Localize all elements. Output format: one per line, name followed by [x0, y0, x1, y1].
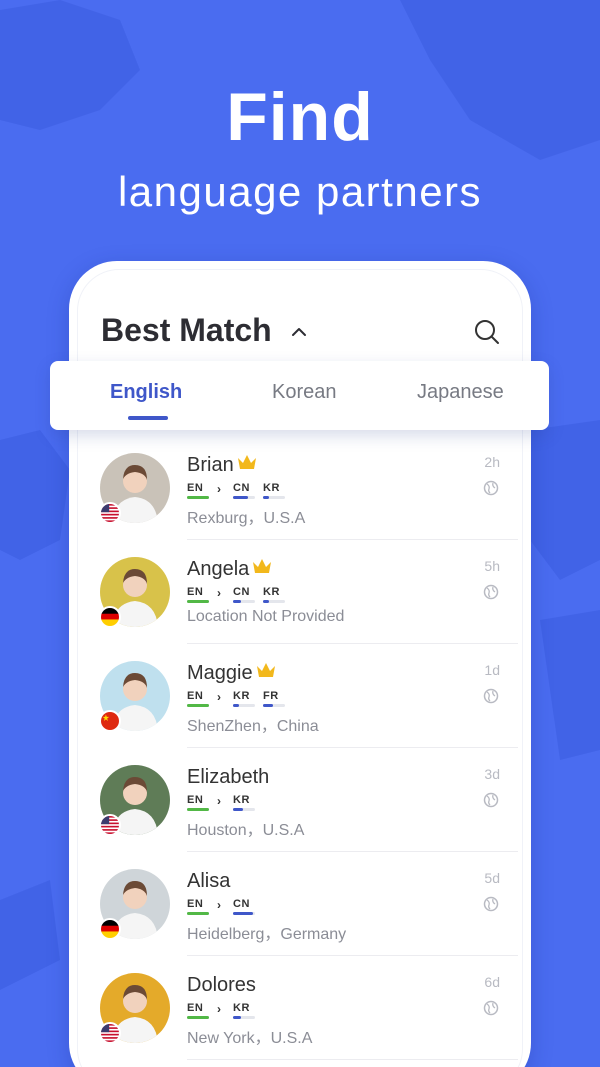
globe-icon: [483, 1000, 499, 1016]
arrow-icon: ›: [217, 794, 221, 808]
native-language-label: EN: [187, 1002, 204, 1014]
tab-english[interactable]: English: [110, 381, 182, 404]
chevron-up-icon[interactable]: [291, 324, 307, 340]
globe-icon: [483, 792, 499, 808]
crown-icon: [256, 663, 275, 677]
user-name[interactable]: Dolores: [187, 974, 256, 997]
user-name[interactable]: Alisa: [187, 870, 230, 893]
globe-icon: [483, 688, 499, 704]
user-location: New York，U.S.A: [187, 1030, 313, 1047]
learning-level-bar: [233, 912, 255, 915]
list-item[interactable]: Maggie EN › KR FR ShenZhen，China 1d: [69, 644, 531, 748]
last-active-time: 6d: [484, 974, 500, 990]
last-active-time: 5h: [484, 558, 500, 574]
learning-level-bar: [233, 704, 255, 707]
arrow-icon: ›: [217, 898, 221, 912]
learning-language-label: CN: [233, 586, 250, 598]
globe-icon: [483, 584, 499, 600]
active-tab-indicator: [128, 416, 168, 420]
learning-level-bar: [263, 600, 285, 603]
list-item[interactable]: Dolores EN › KR New York，U.S.A 6d: [69, 956, 531, 1060]
flag-de-icon: [99, 606, 121, 628]
user-name[interactable]: Elizabeth: [187, 766, 269, 789]
learning-level-bar: [233, 808, 255, 811]
last-active-time: 3d: [484, 766, 500, 782]
last-active-time: 2h: [484, 454, 500, 470]
native-language-label: EN: [187, 794, 204, 806]
learning-level-bar: [233, 1016, 255, 1019]
language-tabs: English Korean Japanese: [50, 361, 549, 430]
native-language-label: EN: [187, 690, 204, 702]
flag-us-icon: [99, 1022, 121, 1044]
native-level-bar: [187, 1016, 209, 1019]
learning-level-bar: [263, 496, 285, 499]
user-name-text: Brian: [187, 454, 234, 476]
user-name-text: Maggie: [187, 662, 253, 684]
native-level-bar: [187, 912, 209, 915]
learning-language-label: KR: [233, 1002, 250, 1014]
crown-icon: [253, 559, 272, 573]
last-active-time: 5d: [484, 870, 500, 886]
learning-level-bar: [233, 600, 255, 603]
flag-cn-icon: [99, 710, 121, 732]
learning-language-label: KR: [263, 482, 280, 494]
learning-language-label: CN: [233, 482, 250, 494]
hero-title: Find: [226, 79, 374, 155]
list-item[interactable]: Brian EN › CN KR Rexburg，U.S.A 2h: [69, 436, 531, 540]
list-item[interactable]: Angela EN › CN KR Location Not Provided 5h: [69, 540, 531, 644]
native-level-bar: [187, 496, 209, 499]
arrow-icon: ›: [217, 482, 221, 496]
tab-korean[interactable]: Korean: [272, 381, 337, 404]
list-item[interactable]: Elizabeth EN › KR Houston，U.S.A 3d: [69, 748, 531, 852]
arrow-icon: ›: [217, 586, 221, 600]
user-name[interactable]: Angela: [187, 558, 272, 581]
page-title[interactable]: Best Match: [101, 312, 272, 349]
flag-us-icon: [99, 814, 121, 836]
user-name-text: Elizabeth: [187, 766, 270, 788]
user-location: Rexburg，U.S.A: [187, 510, 306, 527]
crown-icon: [237, 455, 256, 469]
native-level-bar: [187, 808, 209, 811]
user-location: Heidelberg，Germany: [187, 926, 347, 943]
flag-de-icon: [99, 918, 121, 940]
user-name-text: Alisa: [187, 870, 231, 892]
globe-icon: [483, 480, 499, 496]
user-location: Houston，U.S.A: [187, 822, 305, 839]
user-name[interactable]: Maggie: [187, 662, 276, 685]
list-header: Best Match: [101, 310, 501, 356]
flag-us-icon: [99, 502, 121, 524]
native-language-label: EN: [187, 898, 204, 910]
native-language-label: EN: [187, 586, 204, 598]
learning-language-label: KR: [263, 586, 280, 598]
partner-list: Brian EN › CN KR Rexburg，U.S.A 2h Angela EN…: [69, 436, 531, 1060]
learning-language-label: FR: [263, 690, 279, 702]
learning-language-label: KR: [233, 794, 250, 806]
globe-icon: [483, 896, 499, 912]
arrow-icon: ›: [217, 690, 221, 704]
list-item[interactable]: Alisa EN › CN Heidelberg，Germany 5d: [69, 852, 531, 956]
hero-subtitle: language partners: [117, 168, 483, 215]
user-name-text: Dolores: [187, 974, 256, 996]
learning-level-bar: [233, 496, 255, 499]
search-icon[interactable]: [473, 318, 501, 346]
last-active-time: 1d: [484, 662, 500, 678]
learning-language-label: CN: [233, 898, 250, 910]
user-name-text: Angela: [187, 558, 250, 580]
learning-level-bar: [263, 704, 285, 707]
tab-japanese[interactable]: Japanese: [417, 381, 504, 404]
user-name[interactable]: Brian: [187, 454, 257, 477]
native-level-bar: [187, 600, 209, 603]
user-location: Location Not Provided: [187, 608, 345, 625]
user-location: ShenZhen，China: [187, 718, 319, 735]
native-level-bar: [187, 704, 209, 707]
native-language-label: EN: [187, 482, 204, 494]
arrow-icon: ›: [217, 1002, 221, 1016]
learning-language-label: KR: [233, 690, 250, 702]
row-divider: [187, 1059, 518, 1060]
